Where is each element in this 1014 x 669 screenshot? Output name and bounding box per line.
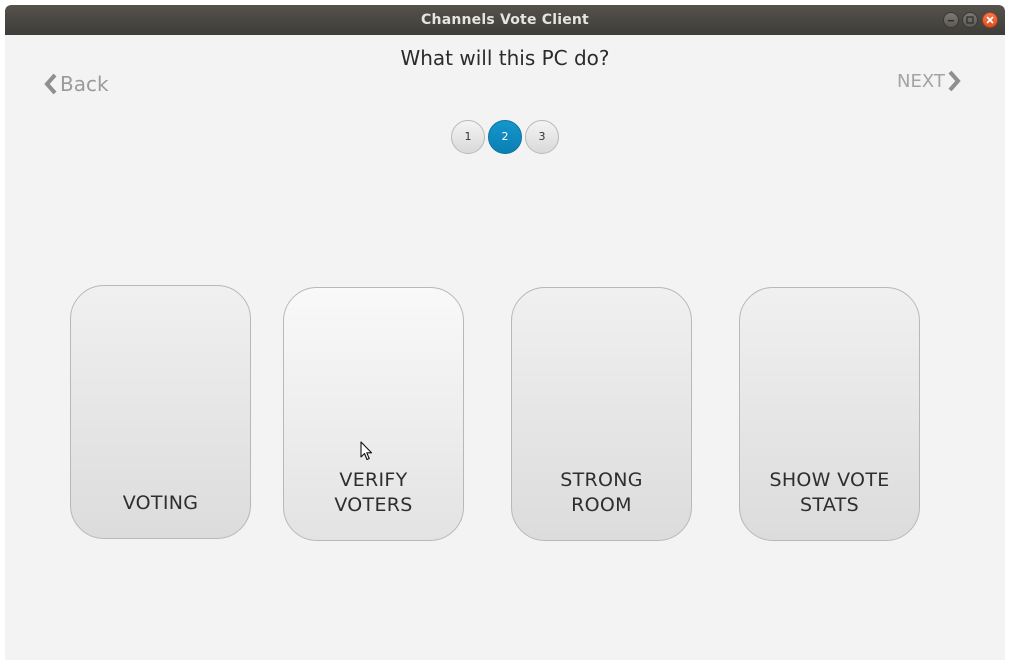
minimize-button[interactable] xyxy=(943,12,959,28)
step-2[interactable]: 2 xyxy=(488,120,522,154)
option-voting[interactable]: VOTING xyxy=(70,285,251,539)
option-show-vote-stats[interactable]: SHOW VOTE STATS xyxy=(739,287,920,541)
main-content: What will this PC do? Back NEXT 1 2 3 VO… xyxy=(5,35,1005,660)
next-label: NEXT xyxy=(897,70,945,92)
close-button[interactable] xyxy=(982,12,998,28)
maximize-icon xyxy=(966,16,974,24)
close-icon xyxy=(986,16,994,24)
window-title: Channels Vote Client xyxy=(421,12,589,28)
chevron-left-icon xyxy=(42,72,60,96)
option-label: STRONG ROOM xyxy=(560,469,643,516)
maximize-button[interactable] xyxy=(962,12,978,28)
back-label: Back xyxy=(60,72,109,96)
page-title: What will this PC do? xyxy=(400,46,610,70)
mouse-pointer-icon xyxy=(360,441,373,461)
option-label: SHOW VOTE STATS xyxy=(769,469,890,516)
title-bar[interactable]: Channels Vote Client xyxy=(5,5,1005,35)
option-strong-room[interactable]: STRONG ROOM xyxy=(511,287,692,541)
minimize-icon xyxy=(948,20,954,22)
step-1[interactable]: 1 xyxy=(451,120,485,154)
option-label: VERIFY VOTERS xyxy=(334,469,413,516)
back-button[interactable]: Back xyxy=(42,71,109,97)
option-verify-voters[interactable]: VERIFY VOTERS xyxy=(283,287,464,541)
step-indicator: 1 2 3 xyxy=(451,120,563,156)
chevron-right-icon xyxy=(945,69,963,93)
app-window: Channels Vote Client What will this PC d… xyxy=(5,5,1005,660)
step-3[interactable]: 3 xyxy=(525,120,559,154)
next-button[interactable]: NEXT xyxy=(897,68,963,94)
option-label: VOTING xyxy=(122,492,199,514)
